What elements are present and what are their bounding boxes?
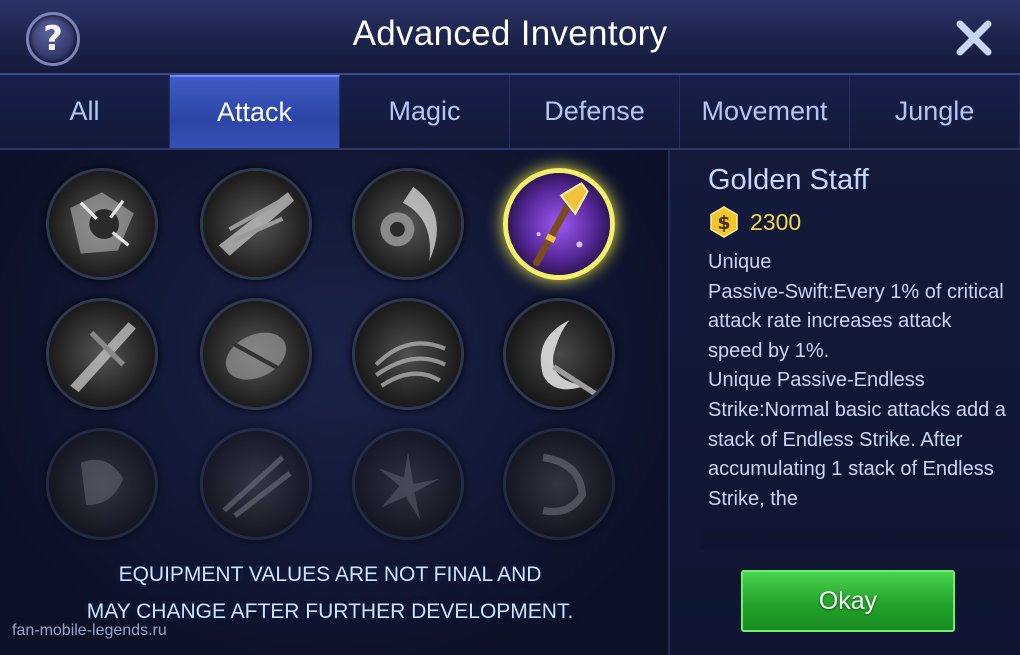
description-paragraph: Passive-Swift:Every 1% of critical attac… [708, 280, 1004, 362]
disclaimer-line-1: EQUIPMENT VALUES ARE NOT FINAL AND [118, 563, 542, 586]
attack-item-9[interactable] [46, 428, 158, 540]
attack-item-8-icon [506, 301, 612, 407]
tab-magic[interactable]: Magic [340, 75, 510, 148]
watermark: fan-mobile-legends.ru [12, 622, 167, 639]
item-description[interactable]: Unique Passive-Swift:Every 1% of critica… [708, 248, 1008, 548]
attack-item-3-icon [355, 171, 461, 277]
attack-item-2[interactable] [200, 168, 312, 280]
category-tabs: All Attack Magic Defense Movement Jungle [0, 75, 1020, 150]
window-title: Advanced Inventory [352, 14, 668, 53]
attack-item-2-icon [203, 171, 309, 277]
attack-item-7[interactable] [352, 298, 464, 410]
attack-item-7-icon [355, 301, 461, 407]
tab-jungle[interactable]: Jungle [850, 75, 1020, 148]
price-row: $ 2300 [708, 206, 801, 238]
item-name: Golden Staff [708, 164, 869, 196]
item-price: 2300 [750, 208, 802, 235]
golden-staff-item[interactable] [503, 168, 615, 280]
description-paragraph: Unique [708, 251, 772, 273]
tab-defense[interactable]: Defense [510, 75, 680, 148]
golden-staff-icon [508, 173, 610, 275]
attack-item-9-icon [49, 431, 155, 537]
attack-item-11-icon [355, 431, 461, 537]
attack-item-12[interactable] [503, 428, 615, 540]
svg-text:$: $ [717, 212, 730, 234]
attack-item-8[interactable] [503, 298, 615, 410]
attack-item-1-icon [49, 171, 155, 277]
gold-coin-icon: $ [710, 206, 738, 238]
attack-item-5-icon [49, 301, 155, 407]
tab-all[interactable]: All [0, 75, 170, 148]
description-fade [700, 526, 1020, 550]
attack-item-1[interactable] [46, 168, 158, 280]
tab-attack[interactable]: Attack [170, 75, 340, 148]
attack-item-6[interactable] [200, 298, 312, 410]
attack-item-3[interactable] [352, 168, 464, 280]
attack-item-5[interactable] [46, 298, 158, 410]
description-paragraph: Unique Passive-Endless Strike:Normal bas… [708, 369, 1006, 510]
item-detail-panel: Golden Staff $ 2300 Unique Passive-Swift… [668, 150, 1020, 655]
disclaimer-notice: EQUIPMENT VALUES ARE NOT FINAL AND MAY C… [40, 556, 620, 630]
tab-movement[interactable]: Movement [680, 75, 850, 148]
close-x-icon [956, 20, 992, 56]
close-button[interactable] [950, 14, 998, 62]
attack-item-11[interactable] [352, 428, 464, 540]
attack-item-10-icon [203, 431, 309, 537]
attack-item-10[interactable] [200, 428, 312, 540]
attack-item-6-icon [203, 301, 309, 407]
okay-button[interactable]: Okay [741, 570, 955, 632]
title-bar: ? Advanced Inventory [0, 0, 1020, 75]
attack-item-12-icon [506, 431, 612, 537]
